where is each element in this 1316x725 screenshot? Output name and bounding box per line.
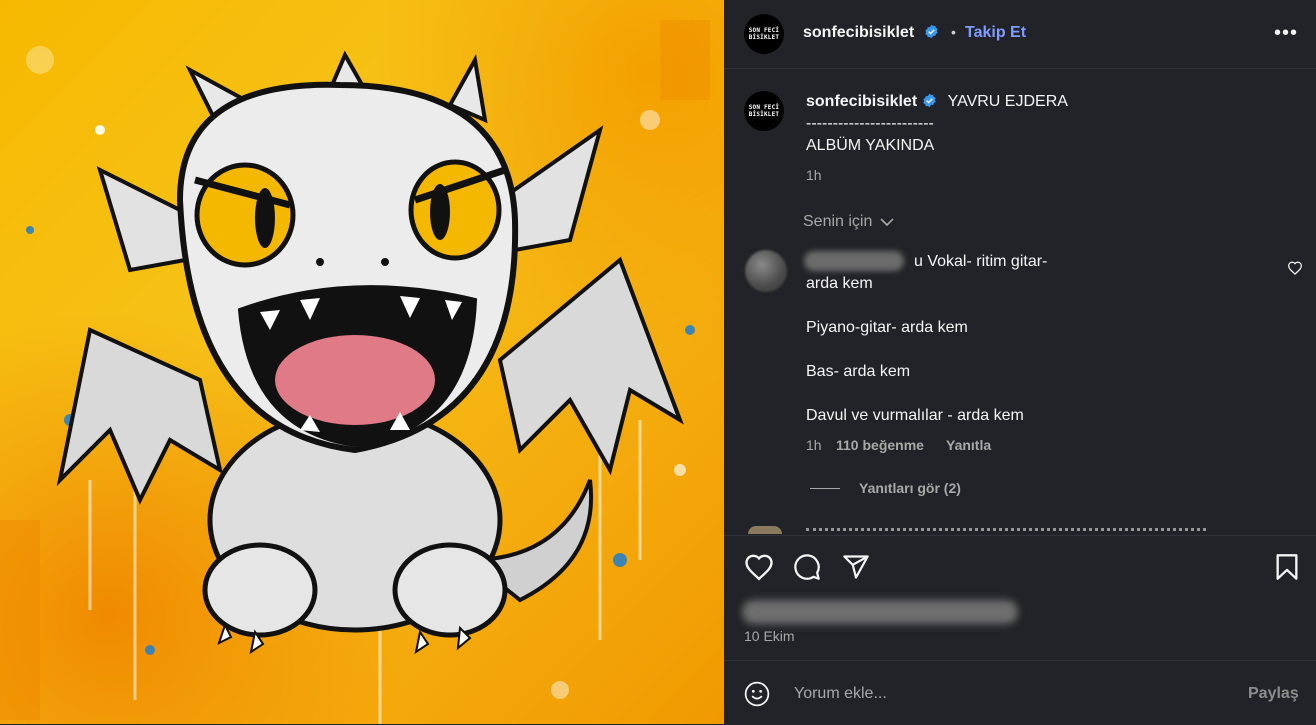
- comments-filter-dropdown[interactable]: Senin için: [803, 213, 894, 231]
- comment-line-1: u Vokal- ritim gitar-: [914, 253, 1048, 270]
- comment-composer: Paylaş: [724, 660, 1316, 725]
- replies-divider: [810, 488, 840, 489]
- next-comment-avatar: [748, 526, 782, 534]
- share-icon[interactable]: [842, 553, 870, 581]
- account-avatar[interactable]: SON FECİ BİSİKLET: [744, 14, 784, 54]
- comment-avatar[interactable]: [745, 250, 787, 292]
- avatar-text-line1: SON FECİ: [748, 27, 780, 34]
- post-comment-button[interactable]: Paylaş: [1248, 685, 1299, 703]
- post-date: 10 Ekim: [744, 628, 795, 644]
- baby-dragon-illustration: [0, 20, 710, 724]
- view-replies-button[interactable]: Yanıtları gör (2): [859, 480, 961, 496]
- caption-line2: ALBÜM YAKINDA: [806, 137, 935, 154]
- verified-badge-icon: [923, 93, 936, 108]
- likes-summary-blurred[interactable]: [742, 600, 1018, 624]
- caption-avatar[interactable]: SON FECİ BİSİKLET: [744, 91, 784, 131]
- action-bar: 10 Ekim: [724, 535, 1316, 661]
- comment-time: 1h: [806, 437, 822, 453]
- comment-line-4: Bas- arda kem: [806, 363, 911, 380]
- verified-badge-icon: [924, 24, 938, 39]
- avatar-text-line2: BİSİKLET: [748, 34, 780, 41]
- caption-text: YAVRU EJDERA: [947, 93, 1068, 110]
- more-icon[interactable]: •••: [1274, 22, 1298, 45]
- post-header: SON FECİ BİSİKLET sonfecibisiklet • Taki…: [724, 0, 1316, 69]
- comments-filter-label: Senin için: [803, 213, 873, 230]
- comment-line-5: Davul ve vurmalılar - arda kem: [806, 407, 1024, 424]
- caption-username[interactable]: sonfecibisiklet: [806, 93, 917, 110]
- follow-button[interactable]: Takip Et: [965, 24, 1026, 42]
- separator-dot: •: [951, 24, 956, 40]
- comment-input[interactable]: [792, 679, 1176, 709]
- caption-first-line: sonfecibisiklet YAVRU EJDERA: [806, 93, 1068, 111]
- post-details-panel: SON FECİ BİSİKLET sonfecibisiklet • Taki…: [724, 0, 1316, 724]
- comment-likes[interactable]: 110 beğenme: [836, 437, 924, 453]
- emoji-icon[interactable]: [744, 681, 770, 707]
- comment-like-heart-icon[interactable]: [1287, 261, 1303, 275]
- avatar-text-line2: BİSİKLET: [748, 111, 780, 118]
- comment-reply-button[interactable]: Yanıtla: [946, 437, 991, 453]
- post-image[interactable]: [0, 0, 724, 724]
- chevron-down-icon: [880, 218, 894, 227]
- comment-line-2: arda kem: [806, 275, 873, 292]
- caption-time: 1h: [806, 167, 822, 183]
- bookmark-icon[interactable]: [1274, 553, 1300, 581]
- caption-separator: ------------------------: [806, 115, 934, 132]
- heart-icon[interactable]: [744, 553, 774, 581]
- comment-line-3: Piyano-gitar- arda kem: [806, 319, 968, 336]
- comment-username-blurred[interactable]: [804, 251, 904, 271]
- avatar-text-line1: SON FECİ: [748, 104, 780, 111]
- header-username[interactable]: sonfecibisiklet: [803, 24, 939, 42]
- comment-icon[interactable]: [793, 553, 821, 581]
- header-username-text: sonfecibisiklet: [803, 24, 915, 41]
